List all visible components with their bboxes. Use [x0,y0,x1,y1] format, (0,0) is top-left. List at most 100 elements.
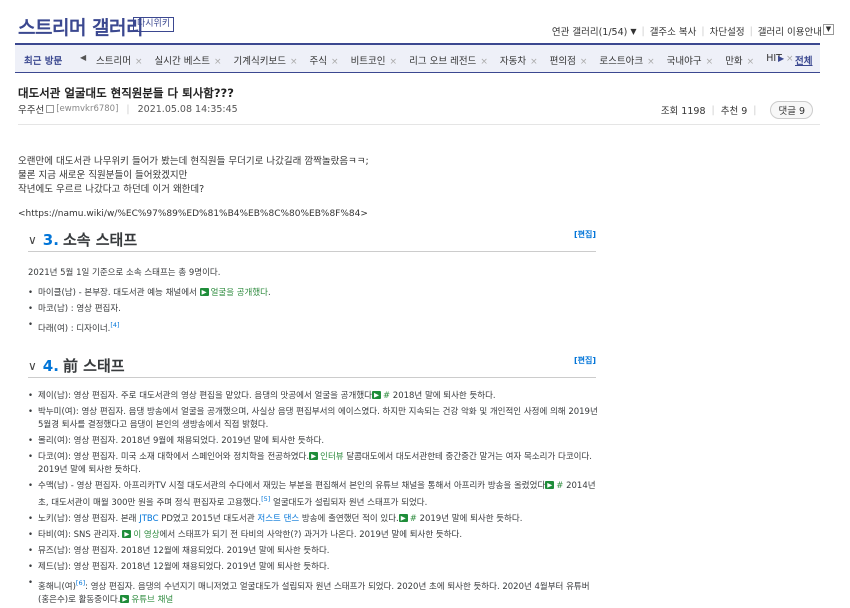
body-line: 오랜만에 대도서관 나무위키 들어가 봤는데 현직원들 무더기로 나갔길래 깜짝… [18,156,369,167]
recent-gallery-item[interactable]: 비트코인 × [351,53,398,67]
footnote-link[interactable]: [5] [261,495,270,503]
close-icon[interactable]: × [214,57,222,67]
recent-gallery-item[interactable]: 주식 × [310,53,339,67]
divider: | [641,25,645,37]
list-item: 수맥(남) - 영상 편집자. 아프리카TV 시절 대도서관의 수다에서 재밌는… [28,480,598,510]
chevron-down-icon[interactable]: ∨ [28,359,37,373]
divider: | [753,104,757,116]
wiki-link[interactable]: JTBC [139,514,158,524]
list-item: 노키(남): 영상 편집자. 본래 JTBC PD였고 2015년 대도서관 저… [28,513,598,526]
section-title: 소속 스태프 [62,231,138,249]
author-name[interactable]: 우주선 [18,102,44,116]
wiki-link[interactable]: 저스트 댄스 [257,514,299,524]
recent-gallery-item[interactable]: 리그 오브 레전드 × [409,53,488,67]
close-icon[interactable]: × [390,57,398,67]
recent-gallery-list: 스트리머 × 실시간 베스트 × 기계식키보드 × 주식 × 비트코인 × 리그 오브 레… [96,53,806,67]
youtube-icon: ▶ [122,529,132,538]
fixed-nick-icon [46,105,55,113]
post-body: 오랜만에 대도서관 나무위키 들어가 봤는데 현직원들 무더기로 나갔길래 깜짝… [18,155,369,197]
copy-address-link[interactable]: 갤주소 복사 [650,24,697,38]
comment-button[interactable]: 댓글 9 [770,101,813,119]
close-icon[interactable]: × [706,57,714,67]
wiki-link[interactable]: 이 영상 [133,530,159,540]
view-count: 조회 1198 [660,106,706,117]
youtube-icon: ▶ [199,288,209,296]
close-icon[interactable]: × [290,57,298,67]
post-date: 2021.05.08 14:35:45 [137,103,238,115]
caret-down-icon[interactable]: ▼ [630,27,636,36]
revisit-button[interactable]: 다시위키 [133,17,175,32]
youtube-icon: ▶ [309,452,319,460]
gallery-guide-link[interactable]: 갤러리 이용안내 [758,24,822,38]
block-settings-link[interactable]: 차단설정 [710,24,745,38]
prev-arrow-icon[interactable]: ◀ [80,53,86,62]
youtube-icon: ▶ [371,391,381,399]
divider: | [711,104,715,116]
close-icon[interactable]: × [480,57,488,67]
section-heading: ∨ 4. 前 스태프 [28,355,125,376]
list-item: 홍해니(여)[6]: 영상 편집자. 음댕의 수년지기 매니저였고 얼굴대도가 … [28,577,598,607]
wiki-link[interactable]: # [410,514,417,524]
list-item: 마코(남) : 영상 편집자. [28,303,598,316]
list-item: 뮤즈(남): 영상 편집자. 2018년 12월에 채용되었다. 2019년 말… [28,545,598,558]
recent-visit-bar: 최근 방문 ◀ 스트리머 × 실시간 베스트 × 기계식키보드 × 주식 × 비트코인 ×… [15,43,820,73]
youtube-icon: ▶ [120,594,130,603]
section-number[interactable]: 3. [43,231,59,249]
recent-gallery-item[interactable]: 실시간 베스트 × [155,53,222,67]
wiki-capture-image: ∨ 3. 소속 스태프 [편집] 2021년 5월 1일 기준으로 소속 스태프… [18,225,608,608]
list-item: 타비(여): SNS 관리자. ▶이 영상에서 스태프가 되기 전 타비의 사악… [28,529,598,542]
list-item: 몰리(여): 영상 편집자. 2018년 9월에 채용되었다. 2019년 말에… [28,435,598,448]
section-intro: 2021년 5월 1일 기준으로 소속 스태프는 총 9명이다. [28,268,221,278]
related-gallery-link[interactable]: 연관 갤러리(1/54) [552,24,627,38]
divider: | [701,25,705,37]
header-divider [18,124,820,125]
chevron-down-icon[interactable]: ▼ [823,24,834,35]
divider: | [126,103,130,115]
close-icon[interactable]: × [786,54,794,64]
list-item: 제이(남): 영상 편집자. 주로 대도서관의 영상 편집을 맡았다. 음댕의 … [28,390,598,403]
section-number[interactable]: 4. [43,357,59,375]
all-galleries-link[interactable]: 전체 [795,53,812,67]
body-line: 작년에도 우르르 나갔다고 하던데 이거 왜한데? [18,184,205,195]
close-icon[interactable]: × [647,57,655,67]
section-rule [28,251,596,252]
former-staff-list: 제이(남): 영상 편집자. 주로 대도서관의 영상 편집을 맡았다. 음댕의 … [28,390,598,608]
post-stats: 조회 1198 | 추천 9 | 댓글 9 [661,101,813,119]
close-icon[interactable]: × [331,57,339,67]
recent-gallery-item[interactable]: 국내야구 × [667,53,714,67]
recent-gallery-item[interactable]: 스트리머 × [96,53,143,67]
next-arrow-icon[interactable]: ▶ [778,54,784,63]
recent-visit-label: 최근 방문 [24,56,63,67]
source-url[interactable]: <https://namu.wiki/w/%EC%97%89%ED%81%B4%… [18,209,368,219]
edit-link[interactable]: [편집] [574,229,596,240]
post-title: 대도서관 얼굴대도 현직원분들 다 퇴사함??? [18,86,234,100]
list-item: 제드(남): 영상 편집자. 2018년 12월에 채용되었다. 2019년 말… [28,561,598,574]
chevron-down-icon[interactable]: ∨ [28,233,37,247]
close-icon[interactable]: × [580,57,588,67]
recent-gallery-item[interactable]: 로스트아크 × [599,53,654,67]
wiki-link[interactable]: 얼굴을 공개했다 [211,288,268,298]
list-item: 마이클(남) - 본부장. 대도서관 예능 채널에서 ▶얼굴을 공개했다. [28,287,598,300]
youtube-icon: ▶ [398,513,408,522]
wiki-link[interactable]: 인터뷰 [320,452,343,462]
close-icon[interactable]: × [530,57,538,67]
close-icon[interactable]: × [135,57,143,67]
recent-gallery-item[interactable]: 기계식키보드 × [234,53,298,67]
gallery-title[interactable]: 스트리머 갤러리 [18,13,143,40]
footnote-link[interactable]: [6] [76,579,85,587]
body-line: 물론 지금 새로운 직원분들이 들어왔겠지만 [18,170,188,181]
footnote-link[interactable]: [4] [110,321,119,329]
recent-gallery-item[interactable]: 자동차 × [500,53,538,67]
list-item: 박누미(여): 영상 편집자. 음댕 방송에서 얼굴을 공개했으며, 사실상 음… [28,406,598,432]
list-item: 다코(여): 영상 편집자. 미국 소재 대학에서 스페인어와 정치학을 전공하… [28,451,598,477]
recommend-count: 추천 9 [720,106,748,117]
recent-gallery-item[interactable]: 편의점 × [550,53,588,67]
author-id: [ewmvkr6780] [56,104,119,114]
youtube-icon: ▶ [545,481,555,489]
recent-gallery-item[interactable]: 만화 × [725,53,754,67]
edit-link[interactable]: [편집] [574,355,596,366]
close-icon[interactable]: × [747,57,755,67]
section-rule [28,377,596,378]
wiki-link[interactable]: 유튜브 채널 [131,595,173,605]
list-item: 다래(여) : 디자이너.[4] [28,319,598,336]
